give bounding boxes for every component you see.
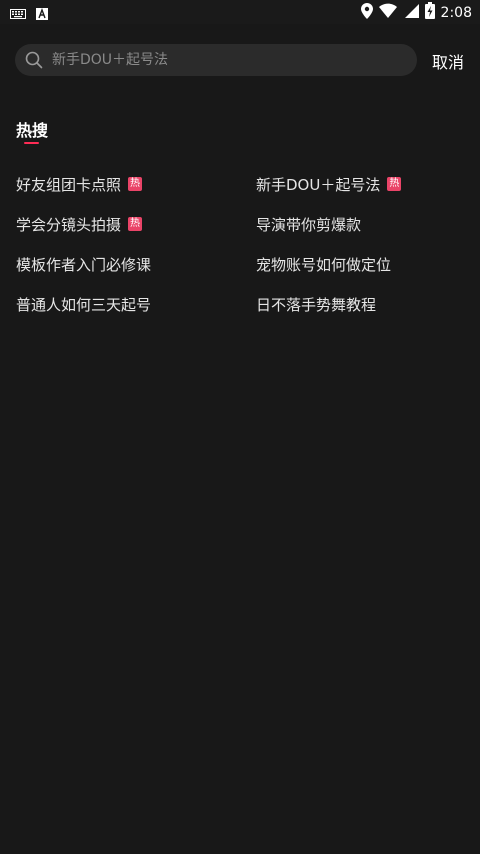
hot-search-item[interactable]: 宠物账号如何做定位: [256, 244, 391, 284]
hot-search-item-text: 普通人如何三天起号: [16, 295, 152, 314]
signal-icon: [403, 3, 419, 23]
status-bar-right: 2:08: [360, 2, 472, 23]
keyboard-icon: [10, 5, 26, 24]
cancel-button[interactable]: 取消: [432, 49, 464, 73]
search-input[interactable]: [52, 44, 402, 76]
search-box[interactable]: [15, 44, 417, 76]
hot-search-item-text: 导演带你剪爆款: [256, 215, 362, 234]
hot-badge: 热: [128, 217, 143, 231]
hot-search-item[interactable]: 日不落手势舞教程: [256, 284, 376, 324]
hot-search-item-text: 新手DOU＋起号法: [256, 175, 381, 194]
title-underline: [24, 142, 39, 144]
search-icon: [25, 51, 43, 69]
hot-search-item[interactable]: 新手DOU＋起号法 热: [256, 164, 402, 204]
hot-badge: 热: [387, 177, 402, 191]
hot-search-item-text: 日不落手势舞教程: [256, 295, 377, 314]
location-icon: [360, 2, 373, 23]
wifi-icon: [378, 3, 397, 23]
battery-charging-icon: [424, 2, 435, 23]
hot-search-item[interactable]: 学会分镜头拍摄 热: [16, 204, 143, 244]
hot-search-title: 热搜: [16, 121, 49, 140]
hot-search-item[interactable]: 模板作者入门必修课: [16, 244, 151, 284]
hot-search-item[interactable]: 导演带你剪爆款: [256, 204, 361, 244]
hot-search-item-text: 学会分镜头拍摄: [16, 215, 122, 234]
hot-search-item-text: 宠物账号如何做定位: [256, 255, 392, 274]
status-bar-left: [10, 5, 48, 24]
hot-search-item[interactable]: 好友组团卡点照 热: [16, 164, 143, 204]
hot-badge: 热: [128, 177, 143, 191]
hot-search-item-text: 模板作者入门必修课: [16, 255, 152, 274]
status-bar: 2:08: [0, 0, 480, 24]
hot-search-item-text: 好友组团卡点照: [16, 175, 122, 194]
status-time: 2:08: [440, 4, 472, 21]
android-notification-icon: [36, 5, 48, 24]
hot-search-item[interactable]: 普通人如何三天起号: [16, 284, 151, 324]
